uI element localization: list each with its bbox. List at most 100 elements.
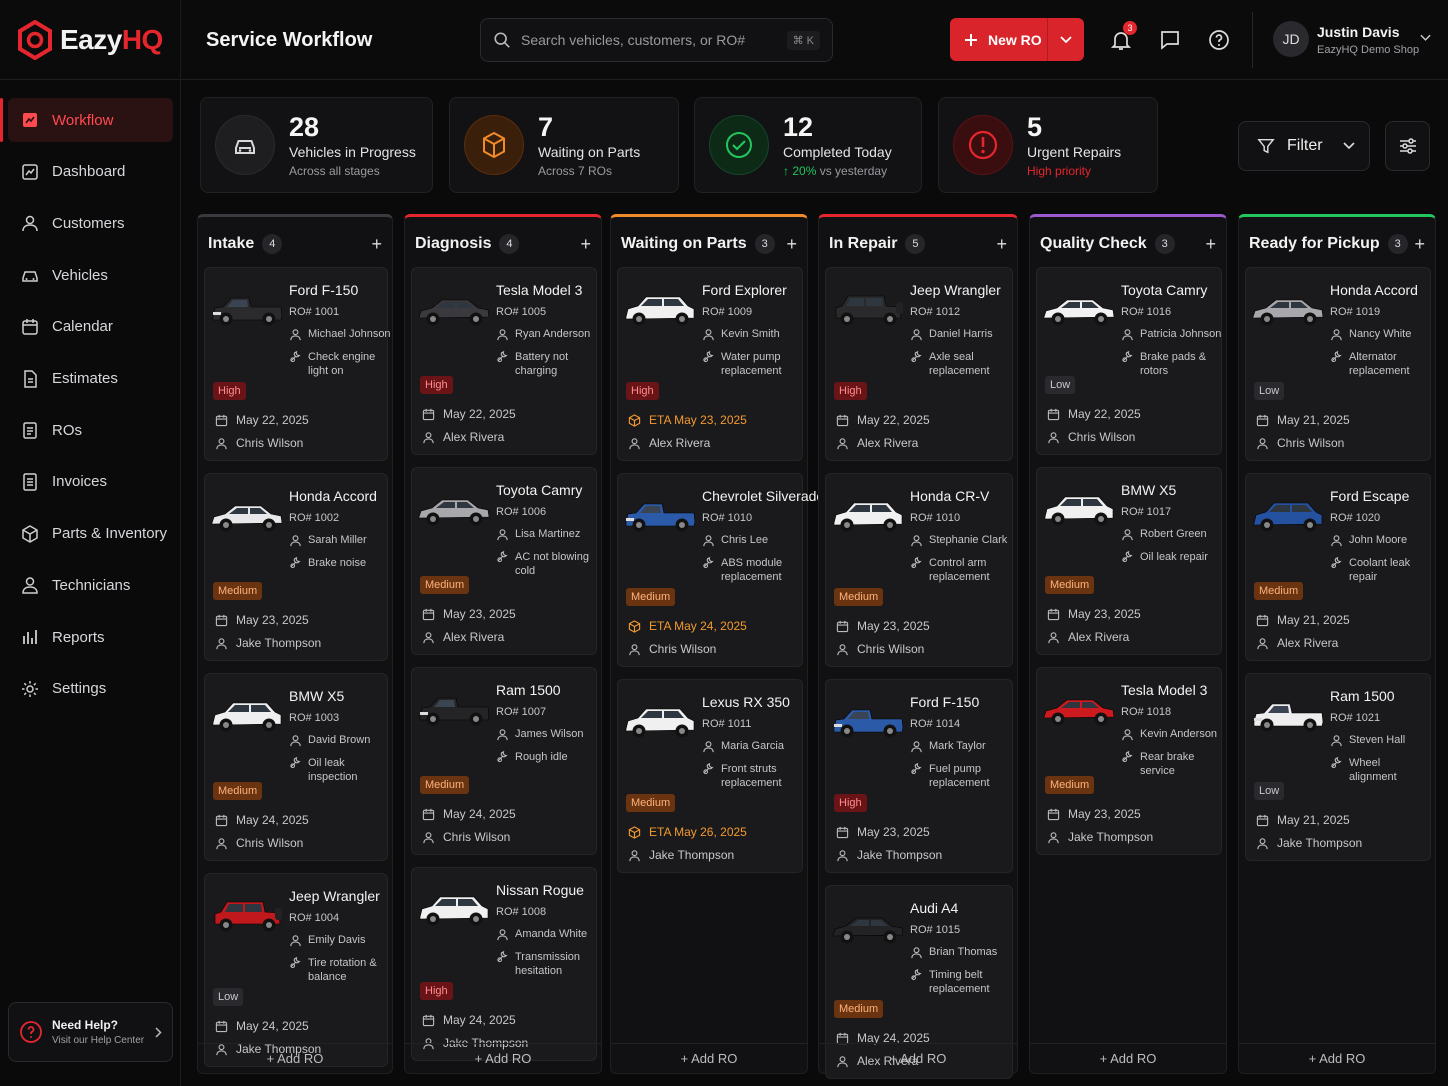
technician-icon [837, 437, 848, 449]
technician-icon [423, 431, 434, 443]
sidebar-item-customers[interactable]: Customers [8, 201, 173, 245]
column-count: 3 [754, 234, 775, 254]
ro-card[interactable]: Ram 1500 RO# 1007 James Wilson Rough idle Me… [411, 667, 597, 855]
sidebar-item-workflow[interactable]: Workflow [0, 98, 173, 142]
logo[interactable]: EazyHQ [18, 20, 163, 60]
stat-card-in-progress[interactable]: 28 Vehicles in Progress Across all stages [200, 97, 433, 193]
ro-card[interactable]: Honda Accord RO# 1002 Sarah Miller Brake no… [204, 473, 388, 661]
column-ready-for-pickup: Ready for Pickup 3 + Honda Accord RO# 1019 Na… [1238, 214, 1436, 1074]
search-box[interactable]: ⌘ K [480, 18, 833, 62]
column-count: 4 [262, 234, 283, 254]
add-card-icon[interactable]: + [371, 234, 382, 255]
add-ro-button[interactable]: + Add RO [405, 1043, 601, 1073]
message-icon[interactable] [1158, 28, 1182, 52]
add-ro-button[interactable]: + Add RO [819, 1043, 1017, 1073]
user-icon [911, 947, 922, 959]
sidebar-item-ros[interactable]: ROs [8, 408, 173, 452]
service-issue: Fuel pump replacement [910, 762, 1010, 790]
ro-card[interactable]: Honda CR-V RO# 1010 Stephanie Clark Control… [825, 473, 1013, 667]
ro-card[interactable]: Ford Explorer RO# 1009 Kevin Smith Water pu… [617, 267, 803, 461]
vehicle-model: Jeep Wrangler [289, 888, 380, 904]
chevron-down-icon[interactable] [1420, 34, 1431, 42]
package-icon [628, 619, 641, 633]
calendar-icon [1256, 414, 1269, 426]
add-ro-button[interactable]: + Add RO [1030, 1043, 1226, 1073]
view-settings-button[interactable] [1385, 121, 1430, 171]
ro-card[interactable]: Nissan Rogue RO# 1008 Amanda White Transmis… [411, 867, 597, 1061]
stat-sub: Across 7 ROs [538, 164, 613, 178]
ro-card[interactable]: Tesla Model 3 RO# 1018 Kevin Anderson Rear … [1036, 667, 1222, 855]
ro-card[interactable]: Ford F-150 RO# 1001 Michael Johnson Check e… [204, 267, 391, 461]
add-card-icon[interactable]: + [580, 234, 591, 255]
priority-badge: Low [1045, 376, 1076, 394]
ro-card[interactable]: Ram 1500 RO# 1021 Steven Hall Wheel alignme… [1245, 673, 1431, 861]
ro-card[interactable]: BMW X5 RO# 1017 Robert Green Oil leak repai… [1036, 467, 1222, 655]
customer-name: Chris Lee [702, 534, 768, 547]
ro-card[interactable]: Honda Accord RO# 1019 Nancy White Alternato… [1245, 267, 1431, 461]
due-date: May 21, 2025 [1256, 613, 1350, 627]
sidebar-item-settings[interactable]: Settings [8, 667, 173, 711]
due-date: May 22, 2025 [215, 413, 309, 427]
search-input[interactable] [521, 32, 787, 48]
stat-card-waiting-parts[interactable]: 7 Waiting on Parts Across 7 ROs [449, 97, 679, 193]
technician-icon [1257, 437, 1268, 449]
technician-icon [216, 637, 227, 649]
wrench-icon [703, 350, 714, 363]
ro-card[interactable]: Lexus RX 350 RO# 1011 Maria Garcia Front st… [617, 679, 803, 873]
ro-number: RO# 1009 [702, 306, 753, 318]
add-card-icon[interactable]: + [1205, 234, 1216, 255]
vehicle-model: Nissan Rogue [496, 882, 584, 898]
sidebar-item-technicians[interactable]: Technicians [8, 563, 173, 607]
ro-card[interactable]: Toyota Camry RO# 1016 Patricia Johnson Brak… [1036, 267, 1222, 455]
add-ro-button[interactable]: + Add RO [1239, 1043, 1435, 1073]
priority-badge: High [834, 794, 867, 812]
priority-badge: Medium [834, 1000, 884, 1018]
sidebar-item-estimates[interactable]: Estimates [8, 357, 173, 401]
technician-name: Alex Rivera [422, 430, 504, 444]
sidebar-item-reports[interactable]: Reports [8, 615, 173, 659]
help-center-card[interactable]: Need Help? Visit our Help Center [8, 1002, 173, 1062]
avatar[interactable]: JD [1273, 21, 1309, 57]
sidebar-item-calendar[interactable]: Calendar [8, 305, 173, 349]
filter-button[interactable]: Filter [1238, 121, 1370, 171]
ro-card[interactable]: Ford F-150 RO# 1014 Mark Taylor Fuel pump r… [825, 679, 1013, 873]
user-icon [911, 329, 922, 341]
ro-card[interactable]: Jeep Wrangler RO# 1012 Daniel Harris Axle s… [825, 267, 1013, 461]
add-card-icon[interactable]: + [1414, 234, 1425, 255]
add-ro-button[interactable]: + Add RO [198, 1043, 392, 1073]
add-card-icon[interactable]: + [996, 234, 1007, 255]
add-card-icon[interactable]: + [786, 234, 797, 255]
service-issue: Battery not charging [496, 350, 596, 378]
sidebar-item-dashboard[interactable]: Dashboard [8, 150, 173, 194]
stat-card-urgent-repairs[interactable]: 5 Urgent Repairs High priority [938, 97, 1158, 193]
due-date: May 23, 2025 [1047, 807, 1141, 821]
ro-card[interactable]: Toyota Camry RO# 1006 Lisa Martinez AC not … [411, 467, 597, 655]
sidebar-item-invoices[interactable]: Invoices [8, 460, 173, 504]
sidebar-item-parts-inventory[interactable]: Parts & Inventory [8, 512, 173, 556]
wrench-icon [1331, 350, 1342, 363]
customer-name: Amanda White [496, 928, 587, 941]
help-circle-icon[interactable] [1207, 28, 1231, 52]
due-date: May 22, 2025 [1047, 407, 1141, 421]
technician-icon [837, 849, 848, 861]
add-ro-button[interactable]: + Add RO [611, 1043, 807, 1073]
ro-card[interactable]: Chevrolet Silverado RO# 1010 Chris Lee ABS … [617, 473, 824, 667]
ro-card[interactable]: Jeep Wrangler RO# 1004 Emily Davis Tire rot… [204, 873, 388, 1067]
wrench-icon [911, 762, 922, 775]
user-divider [1252, 12, 1253, 68]
stat-card-completed-today[interactable]: 12 Completed Today ↑ 20% vs yesterday [694, 97, 922, 193]
new-ro-dropdown-button[interactable] [1048, 18, 1084, 61]
wrench-icon [1122, 350, 1133, 363]
sidebar-item-vehicles[interactable]: Vehicles [8, 253, 173, 297]
vehicle-photo [214, 901, 282, 932]
user-shop: EazyHQ Demo Shop [1317, 44, 1420, 56]
user-name[interactable]: Justin Davis [1317, 24, 1399, 40]
sidebar-item-label: Estimates [52, 370, 118, 387]
ro-card[interactable]: BMW X5 RO# 1003 David Brown Oil leak inspec… [204, 673, 388, 861]
technician-name: Jake Thompson [215, 636, 321, 650]
ro-card[interactable]: Tesla Model 3 RO# 1005 Ryan Anderson Batter… [411, 267, 597, 455]
new-ro-button[interactable]: New RO [950, 18, 1048, 61]
ro-card[interactable]: Ford Escape RO# 1020 John Moore Coolant lea… [1245, 473, 1431, 661]
column-count: 3 [1154, 234, 1175, 254]
sidebar-item-label: ROs [52, 421, 82, 439]
